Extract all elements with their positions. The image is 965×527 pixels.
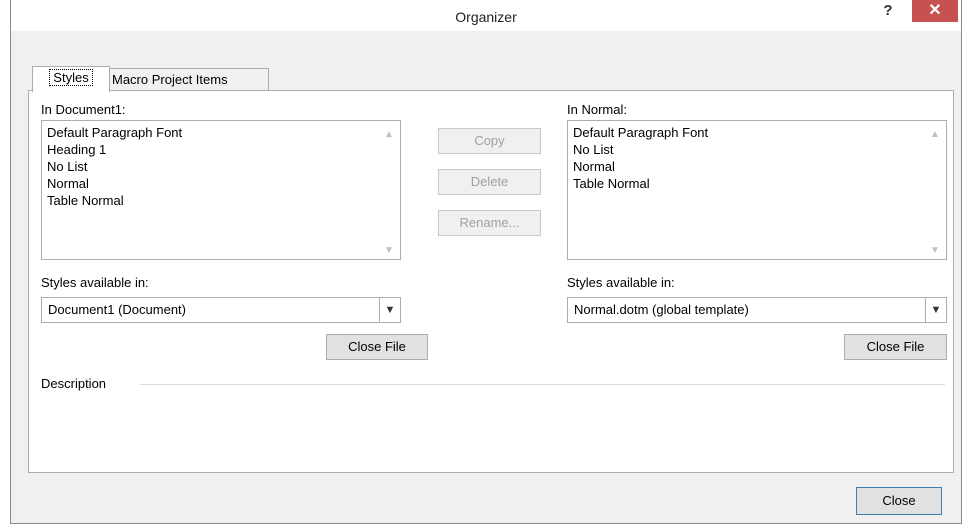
- normal-styles-list[interactable]: Default Paragraph Font No List Normal Ta…: [567, 120, 947, 260]
- chevron-down-icon[interactable]: ▼: [925, 298, 946, 322]
- description-divider: [140, 384, 945, 385]
- left-styles-available-label: Styles available in:: [41, 275, 149, 290]
- title-bar: Organizer ? ✕: [11, 0, 961, 31]
- rename-button[interactable]: Rename...: [438, 210, 541, 236]
- list-item[interactable]: Default Paragraph Font: [573, 124, 941, 141]
- list-item[interactable]: Normal: [573, 158, 941, 175]
- left-select-value: Document1 (Document): [48, 302, 186, 317]
- scroll-down-icon[interactable]: ▼: [930, 245, 940, 256]
- left-close-file-button[interactable]: Close File: [326, 334, 428, 360]
- list-item[interactable]: Heading 1: [47, 141, 395, 158]
- scroll-down-icon[interactable]: ▼: [384, 245, 394, 256]
- delete-button[interactable]: Delete: [438, 169, 541, 195]
- list-item[interactable]: Default Paragraph Font: [47, 124, 395, 141]
- list-item[interactable]: Table Normal: [47, 192, 395, 209]
- tab-styles[interactable]: Styles: [32, 66, 110, 92]
- list-item[interactable]: No List: [573, 141, 941, 158]
- right-styles-available-label: Styles available in:: [567, 275, 675, 290]
- description-label: Description: [41, 376, 107, 391]
- tab-styles-label: Styles: [49, 69, 93, 86]
- list-item[interactable]: No List: [47, 158, 395, 175]
- list-item[interactable]: Table Normal: [573, 175, 941, 192]
- window-title: Organizer: [455, 9, 517, 25]
- window-close-icon[interactable]: ✕: [912, 0, 958, 22]
- list-item[interactable]: Normal: [47, 175, 395, 192]
- in-document-label: In Document1:: [41, 102, 126, 117]
- right-close-file-button[interactable]: Close File: [844, 334, 947, 360]
- styles-tab-panel: In Document1: Default Paragraph Font Hea…: [28, 90, 954, 473]
- right-select-value: Normal.dotm (global template): [574, 302, 749, 317]
- scroll-up-icon[interactable]: ▲: [930, 129, 940, 140]
- scroll-up-icon[interactable]: ▲: [384, 129, 394, 140]
- in-normal-label: In Normal:: [567, 102, 627, 117]
- chevron-down-icon[interactable]: ▼: [379, 298, 400, 322]
- help-button[interactable]: ?: [874, 0, 902, 24]
- right-styles-available-select[interactable]: Normal.dotm (global template) ▼: [567, 297, 947, 323]
- copy-button[interactable]: Copy: [438, 128, 541, 154]
- close-button[interactable]: Close: [856, 487, 942, 515]
- left-styles-available-select[interactable]: Document1 (Document) ▼: [41, 297, 401, 323]
- tab-macro-project-items[interactable]: Macro Project Items: [105, 68, 269, 91]
- organizer-dialog: Organizer ? ✕ Styles Macro Project Items…: [10, 0, 962, 524]
- document-styles-list[interactable]: Default Paragraph Font Heading 1 No List…: [41, 120, 401, 260]
